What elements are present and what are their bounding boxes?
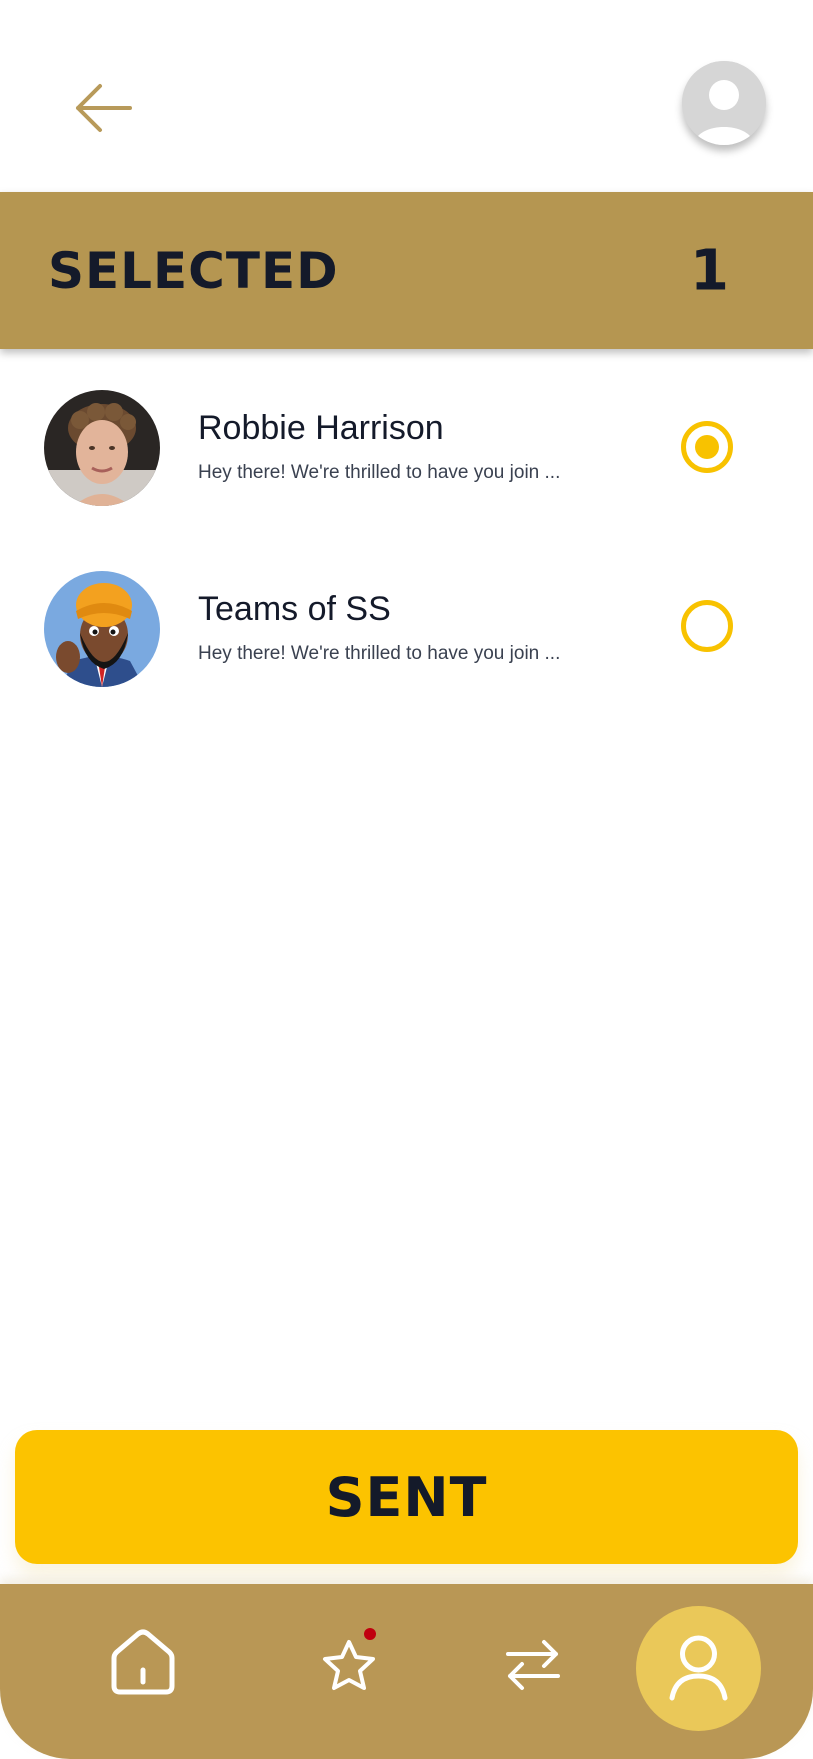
contact-name: Teams of SS — [198, 590, 391, 628]
nav-profile-button[interactable] — [636, 1606, 761, 1731]
contact-name: Robbie Harrison — [198, 409, 444, 447]
selected-count: 1 — [690, 238, 729, 303]
arrow-left-icon — [76, 84, 132, 132]
selected-label: SELECTED — [48, 241, 339, 300]
bottom-navigation — [0, 1584, 813, 1759]
user-placeholder-icon — [682, 61, 766, 145]
profile-avatar-button[interactable] — [682, 61, 766, 145]
back-button[interactable] — [68, 78, 138, 138]
star-icon — [323, 1640, 375, 1690]
nav-transfer-button[interactable] — [502, 1634, 564, 1696]
select-radio-unchecked[interactable] — [681, 600, 733, 652]
notification-badge — [364, 1628, 376, 1640]
contact-item-teams-of-ss[interactable]: Teams of SS Hey there! We're thrilled to… — [0, 559, 813, 699]
contact-avatar — [44, 571, 160, 687]
profile-icon — [669, 1635, 728, 1701]
cartoon-turban-man-icon — [44, 571, 160, 687]
contact-message: Hey there! We're thrilled to have you jo… — [198, 643, 561, 664]
contact-message: Hey there! We're thrilled to have you jo… — [198, 462, 561, 483]
sent-button[interactable]: SENT — [15, 1430, 798, 1564]
transfer-arrows-icon — [506, 1640, 560, 1690]
home-icon — [111, 1629, 175, 1695]
nav-home-button[interactable] — [108, 1628, 178, 1698]
selected-bar: SELECTED 1 — [0, 192, 813, 349]
person-photo-icon — [44, 390, 160, 506]
contact-item-robbie-harrison[interactable]: Robbie Harrison Hey there! We're thrille… — [0, 378, 813, 518]
select-radio-checked[interactable] — [681, 421, 733, 473]
contact-avatar — [44, 390, 160, 506]
nav-favorites-button[interactable] — [318, 1628, 380, 1698]
